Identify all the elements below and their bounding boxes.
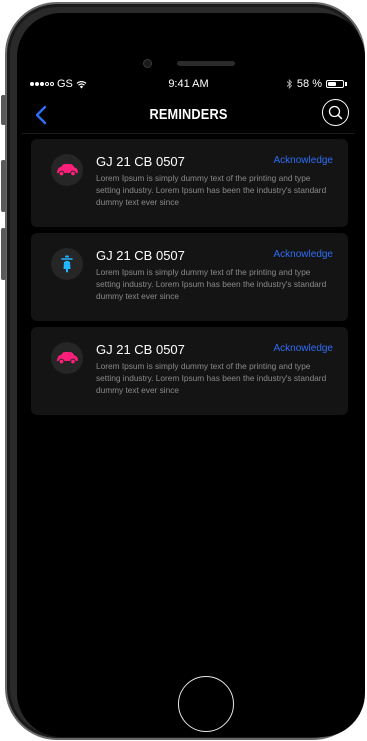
- reminder-list: GJ 21 CB 0507 Acknowledge Lorem Ipsum is…: [31, 139, 348, 421]
- front-camera: [143, 59, 152, 68]
- reminder-card[interactable]: GJ 21 CB 0507 Acknowledge Lorem Ipsum is…: [31, 233, 348, 321]
- volume-down-button: [1, 228, 6, 280]
- battery-status: 58 %: [286, 78, 347, 90]
- battery-percent: 58 %: [296, 78, 322, 90]
- reminder-description: Lorem Ipsum is simply dummy text of the …: [96, 361, 327, 395]
- screen: GS 9:41 AM 58 % REMINDERS GJ 21 CB 0507 …: [22, 74, 355, 649]
- status-bar: GS 9:41 AM 58 %: [22, 74, 355, 94]
- bluetooth-icon: [286, 79, 293, 89]
- acknowledge-link[interactable]: Acknowledge: [274, 155, 333, 166]
- acknowledge-link[interactable]: Acknowledge: [274, 249, 333, 260]
- scooter-icon: [61, 255, 73, 273]
- home-button[interactable]: [178, 676, 234, 732]
- acknowledge-link[interactable]: Acknowledge: [274, 343, 333, 354]
- vehicle-icon-badge: [51, 154, 83, 186]
- vehicle-plate: GJ 21 CB 0507: [96, 154, 185, 169]
- car-icon: [56, 352, 78, 365]
- vehicle-icon-badge: [51, 248, 83, 280]
- search-button[interactable]: [322, 99, 349, 126]
- volume-up-button: [1, 160, 6, 212]
- silent-switch: [1, 95, 6, 125]
- navigation-bar: REMINDERS: [22, 96, 355, 134]
- battery-icon: [326, 80, 344, 88]
- vehicle-plate: GJ 21 CB 0507: [96, 342, 185, 357]
- reminder-card[interactable]: GJ 21 CB 0507 Acknowledge Lorem Ipsum is…: [31, 327, 348, 415]
- vehicle-plate: GJ 21 CB 0507: [96, 248, 185, 263]
- search-icon: [328, 105, 343, 120]
- vehicle-icon-badge: [51, 342, 83, 374]
- reminder-card[interactable]: GJ 21 CB 0507 Acknowledge Lorem Ipsum is…: [31, 139, 348, 227]
- car-icon: [56, 164, 78, 177]
- reminder-description: Lorem Ipsum is simply dummy text of the …: [96, 173, 327, 207]
- reminder-description: Lorem Ipsum is simply dummy text of the …: [96, 267, 327, 301]
- page-title: REMINDERS: [149, 106, 228, 123]
- earpiece-speaker: [177, 61, 235, 66]
